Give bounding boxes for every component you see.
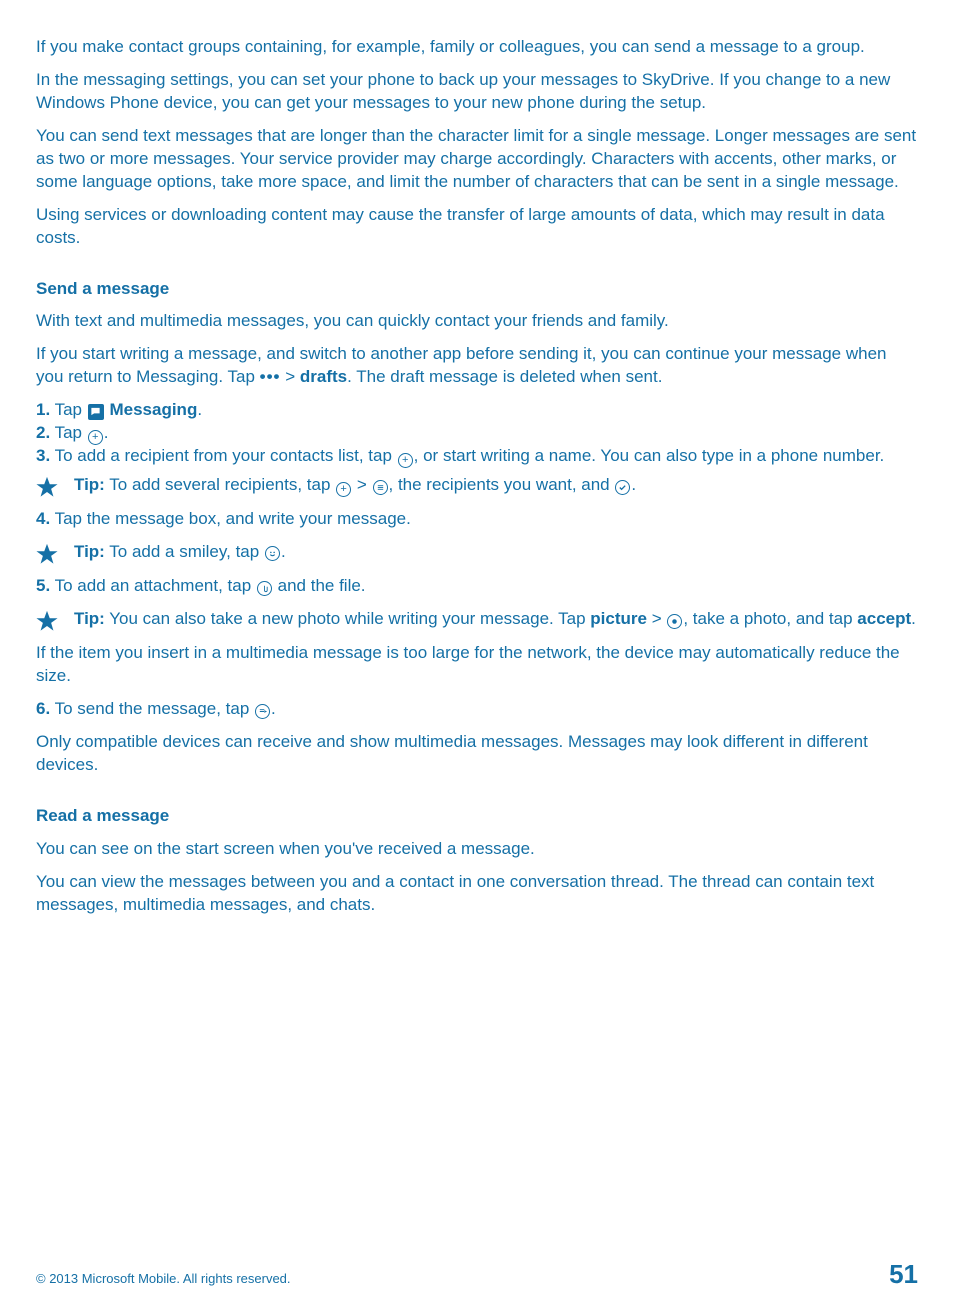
tip-2-label: Tip: <box>74 542 105 561</box>
plus-icon: + <box>88 430 103 445</box>
read-message-heading: Read a message <box>36 805 918 828</box>
star-icon <box>36 476 58 498</box>
step-1-post: . <box>197 400 202 419</box>
step-2: 2. Tap +. <box>36 422 918 445</box>
page-number: 51 <box>889 1257 918 1292</box>
send-para-4: Only compatible devices can receive and … <box>36 731 918 777</box>
tip-2-content: Tip: To add a smiley, tap . <box>74 541 918 564</box>
tip-3-d: . <box>911 609 916 628</box>
step-1: 1. Tap Messaging. <box>36 399 918 422</box>
intro-para-3: You can send text messages that are long… <box>36 125 918 194</box>
step-3-pre: To add a recipient from your contacts li… <box>50 446 396 465</box>
step-4-num: 4. <box>36 509 50 528</box>
read-para-1: You can see on the start screen when you… <box>36 838 918 861</box>
send-para-3: If the item you insert in a multimedia m… <box>36 642 918 688</box>
accept-label: accept <box>857 609 911 628</box>
attachment-icon <box>257 581 272 596</box>
step-2-num: 2. <box>36 423 50 442</box>
step-5: 5. To add an attachment, tap and the fil… <box>36 575 918 598</box>
drafts-label: drafts <box>300 367 347 386</box>
step-6-post: . <box>271 699 276 718</box>
page-footer: © 2013 Microsoft Mobile. All rights rese… <box>36 1257 918 1292</box>
step-3-post: , or start writing a name. You can also … <box>414 446 885 465</box>
tip-1-c: , the recipients you want, and <box>389 475 615 494</box>
step-1-pre: Tap <box>50 400 87 419</box>
tip-3-label: Tip: <box>74 609 105 628</box>
send-para-1: With text and multimedia messages, you c… <box>36 310 918 333</box>
step-5-post: and the file. <box>273 576 366 595</box>
smiley-icon <box>265 546 280 561</box>
step-6-pre: To send the message, tap <box>50 699 254 718</box>
tip-3-a: You can also take a new photo while writ… <box>105 609 590 628</box>
intro-para-4: Using services or downloading content ma… <box>36 204 918 250</box>
tip-1-a: To add several recipients, tap <box>105 475 335 494</box>
tip-1-content: Tip: To add several recipients, tap + > … <box>74 474 918 497</box>
step-5-pre: To add an attachment, tap <box>50 576 256 595</box>
messaging-label: Messaging <box>105 400 198 419</box>
step-5-num: 5. <box>36 576 50 595</box>
plus-icon: + <box>336 482 351 497</box>
tip-2-a: To add a smiley, tap <box>105 542 264 561</box>
step-3-num: 3. <box>36 446 50 465</box>
send-icon <box>255 704 270 719</box>
list-icon <box>373 480 388 495</box>
tip-3-b: > <box>647 609 666 628</box>
messaging-icon <box>88 404 104 420</box>
copyright-text: © 2013 Microsoft Mobile. All rights rese… <box>36 1270 291 1288</box>
read-para-2: You can view the messages between you an… <box>36 871 918 917</box>
camera-icon <box>667 614 682 629</box>
tip-1-label: Tip: <box>74 475 105 494</box>
more-icon: ••• <box>260 367 281 386</box>
step-2-post: . <box>104 423 109 442</box>
step-1-num: 1. <box>36 400 50 419</box>
send-message-heading: Send a message <box>36 278 918 301</box>
star-icon <box>36 610 58 632</box>
tip-3: Tip: You can also take a new photo while… <box>36 608 918 632</box>
tip-2-b: . <box>281 542 286 561</box>
picture-label: picture <box>590 609 647 628</box>
tip-3-content: Tip: You can also take a new photo while… <box>74 608 918 631</box>
step-2-pre: Tap <box>50 423 87 442</box>
send-p2-c: . The draft message is deleted when sent… <box>347 367 662 386</box>
plus-icon: + <box>398 453 413 468</box>
tip-1-d: . <box>631 475 636 494</box>
tip-2: Tip: To add a smiley, tap . <box>36 541 918 565</box>
step-6: 6. To send the message, tap . <box>36 698 918 721</box>
send-para-2: If you start writing a message, and swit… <box>36 343 918 389</box>
step-4-text: Tap the message box, and write your mess… <box>50 509 411 528</box>
star-icon <box>36 543 58 565</box>
send-p2-b: > <box>285 367 300 386</box>
tip-1: Tip: To add several recipients, tap + > … <box>36 474 918 498</box>
check-icon <box>615 480 630 495</box>
intro-para-1: If you make contact groups containing, f… <box>36 36 918 59</box>
step-4: 4. Tap the message box, and write your m… <box>36 508 918 531</box>
tip-1-b: > <box>352 475 371 494</box>
intro-para-2: In the messaging settings, you can set y… <box>36 69 918 115</box>
step-6-num: 6. <box>36 699 50 718</box>
step-3: 3. To add a recipient from your contacts… <box>36 445 918 468</box>
tip-3-c: , take a photo, and tap <box>683 609 857 628</box>
